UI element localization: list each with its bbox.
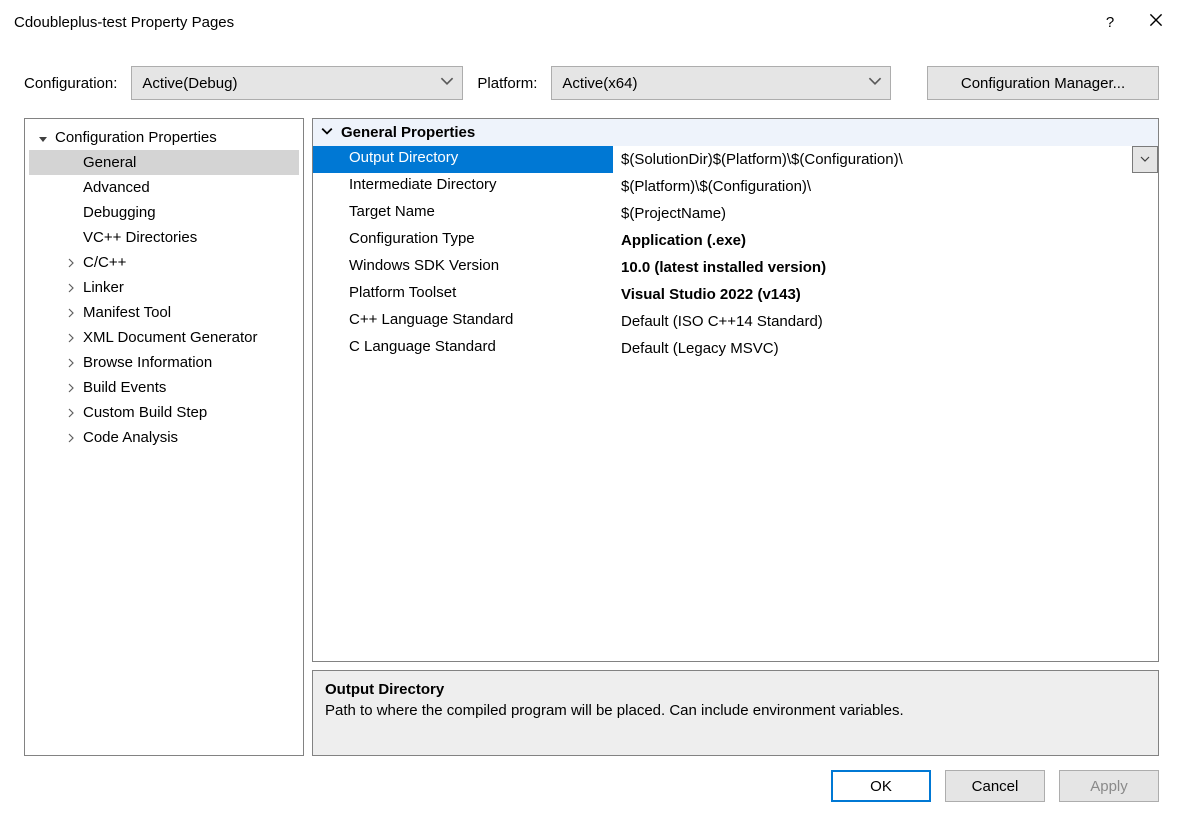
property-value[interactable]: Visual Studio 2022 (v143) <box>613 281 1158 308</box>
property-name: Target Name <box>313 200 613 227</box>
help-button[interactable]: ? <box>1087 0 1133 44</box>
property-name: Intermediate Directory <box>313 173 613 200</box>
expander-closed-icon <box>65 433 77 443</box>
dialog-body: Configuration Properties General Advanced… <box>0 118 1179 756</box>
tree-item-label: Code Analysis <box>83 429 178 446</box>
cancel-button[interactable]: Cancel <box>945 770 1045 802</box>
platform-label: Platform: <box>477 75 537 92</box>
description-panel: Output Directory Path to where the compi… <box>312 670 1159 756</box>
grid-section-header[interactable]: General Properties <box>313 119 1158 146</box>
grid-row[interactable]: C Language StandardDefault (Legacy MSVC) <box>313 335 1158 362</box>
description-text: Path to where the compiled program will … <box>325 702 1146 719</box>
property-name: Windows SDK Version <box>313 254 613 281</box>
window-title: Cdoubleplus-test Property Pages <box>14 14 1087 31</box>
tree-item[interactable]: Build Events <box>29 375 299 400</box>
configuration-manager-button[interactable]: Configuration Manager... <box>927 66 1159 100</box>
tree-item[interactable]: C/C++ <box>29 250 299 275</box>
configuration-label: Configuration: <box>24 75 117 92</box>
tree-item-label: Custom Build Step <box>83 404 207 421</box>
property-name: C Language Standard <box>313 335 613 362</box>
property-value[interactable]: Application (.exe) <box>613 227 1158 254</box>
expander-open-icon <box>37 133 49 143</box>
property-value[interactable]: $(ProjectName) <box>613 200 1158 227</box>
configuration-value: Active(Debug) <box>142 75 237 92</box>
property-value[interactable]: $(SolutionDir)$(Platform)\$(Configuratio… <box>613 146 1132 173</box>
close-button[interactable] <box>1133 0 1179 44</box>
chevron-down-icon <box>440 74 454 92</box>
tree-item[interactable]: XML Document Generator <box>29 325 299 350</box>
grid-row[interactable]: Windows SDK Version10.0 (latest installe… <box>313 254 1158 281</box>
right-column: General Properties Output Directory$(Sol… <box>312 118 1159 756</box>
property-name: C++ Language Standard <box>313 308 613 335</box>
chevron-down-icon <box>321 124 333 141</box>
close-icon <box>1149 13 1163 31</box>
property-grid: General Properties Output Directory$(Sol… <box>312 118 1159 662</box>
grid-row[interactable]: Output Directory$(SolutionDir)$(Platform… <box>313 146 1158 173</box>
tree-item[interactable]: General <box>29 150 299 175</box>
tree-item[interactable]: Custom Build Step <box>29 400 299 425</box>
grid-row[interactable]: C++ Language StandardDefault (ISO C++14 … <box>313 308 1158 335</box>
description-title: Output Directory <box>325 681 1146 698</box>
tree-item[interactable]: Advanced <box>29 175 299 200</box>
help-icon: ? <box>1106 14 1114 31</box>
property-value[interactable]: $(Platform)\$(Configuration)\ <box>613 173 1158 200</box>
property-name: Platform Toolset <box>313 281 613 308</box>
tree-item-label: XML Document Generator <box>83 329 258 346</box>
grid-row[interactable]: Intermediate Directory$(Platform)\$(Conf… <box>313 173 1158 200</box>
property-value[interactable]: 10.0 (latest installed version) <box>613 254 1158 281</box>
chevron-down-icon <box>868 74 882 92</box>
apply-button[interactable]: Apply <box>1059 770 1159 802</box>
tree-item-label: Advanced <box>83 179 150 196</box>
tree-item[interactable]: Linker <box>29 275 299 300</box>
tree-item-label: Manifest Tool <box>83 304 171 321</box>
tree-item-label: Debugging <box>83 204 156 221</box>
property-name: Configuration Type <box>313 227 613 254</box>
tree-item-label: Browse Information <box>83 354 212 371</box>
tree-item-label: Linker <box>83 279 124 296</box>
tree-item[interactable]: Browse Information <box>29 350 299 375</box>
platform-value: Active(x64) <box>562 75 637 92</box>
tree-item[interactable]: VC++ Directories <box>29 225 299 250</box>
tree-item[interactable]: Debugging <box>29 200 299 225</box>
tree-root[interactable]: Configuration Properties <box>29 125 299 150</box>
expander-closed-icon <box>65 333 77 343</box>
chevron-down-icon <box>1140 151 1150 168</box>
titlebar: Cdoubleplus-test Property Pages ? <box>0 0 1179 44</box>
expander-closed-icon <box>65 258 77 268</box>
expander-closed-icon <box>65 358 77 368</box>
grid-row[interactable]: Configuration TypeApplication (.exe) <box>313 227 1158 254</box>
ok-button[interactable]: OK <box>831 770 931 802</box>
property-pages-dialog: Cdoubleplus-test Property Pages ? Config… <box>0 0 1179 818</box>
tree-item[interactable]: Code Analysis <box>29 425 299 450</box>
platform-combo[interactable]: Active(x64) <box>551 66 891 100</box>
tree-item-label: C/C++ <box>83 254 126 271</box>
property-value[interactable]: Default (Legacy MSVC) <box>613 335 1158 362</box>
expander-closed-icon <box>65 283 77 293</box>
expander-closed-icon <box>65 308 77 318</box>
expander-closed-icon <box>65 383 77 393</box>
config-platform-row: Configuration: Active(Debug) Platform: A… <box>0 44 1179 118</box>
grid-row[interactable]: Platform ToolsetVisual Studio 2022 (v143… <box>313 281 1158 308</box>
value-dropdown-button[interactable] <box>1132 146 1158 173</box>
tree-item[interactable]: Manifest Tool <box>29 300 299 325</box>
tree-item-label: VC++ Directories <box>83 229 197 246</box>
grid-row[interactable]: Target Name$(ProjectName) <box>313 200 1158 227</box>
property-tree[interactable]: Configuration Properties General Advanced… <box>24 118 304 756</box>
dialog-buttons: OK Cancel Apply <box>0 756 1179 818</box>
tree-item-label: Build Events <box>83 379 166 396</box>
property-value[interactable]: Default (ISO C++14 Standard) <box>613 308 1158 335</box>
property-name: Output Directory <box>313 146 613 173</box>
expander-closed-icon <box>65 408 77 418</box>
configuration-combo[interactable]: Active(Debug) <box>131 66 463 100</box>
tree-item-label: General <box>83 154 136 171</box>
